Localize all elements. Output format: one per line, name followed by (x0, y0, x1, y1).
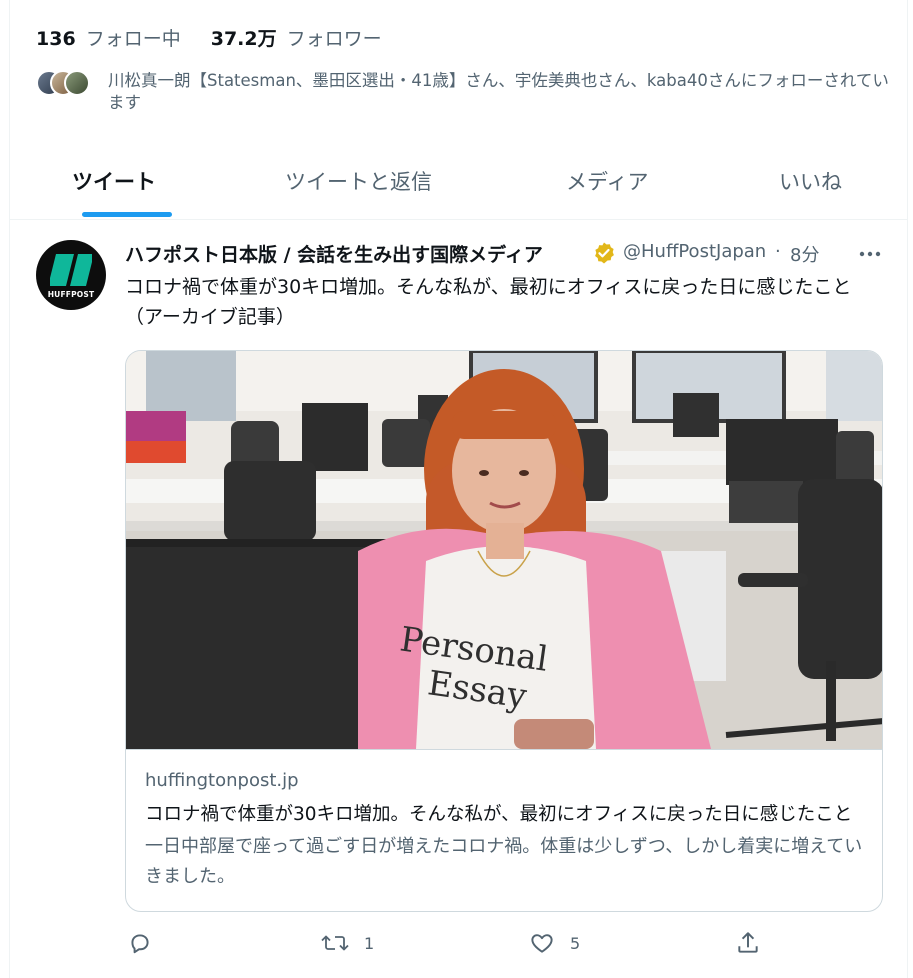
profile-tabs: ツイート ツイートと返信 メディア いいね (10, 150, 907, 220)
following-link[interactable]: 136 フォロー中 (36, 24, 181, 51)
tweet-timestamp[interactable]: 8分 (790, 241, 819, 267)
followers-label: フォロワー (286, 28, 382, 50)
like-button[interactable]: 5 (528, 930, 580, 956)
following-count: 136 (36, 28, 76, 50)
follow-stats: 136 フォロー中 37.2万 フォロワー (36, 24, 382, 51)
card-image[interactable]: Personal Essay (126, 351, 882, 749)
avatar (64, 70, 90, 96)
separator-dot: · (775, 241, 781, 262)
like-icon (531, 934, 553, 953)
verified-badge-icon[interactable] (592, 241, 616, 265)
tweet-author-handle[interactable]: @HuffPostJapan (623, 241, 769, 262)
retweet-button[interactable]: 1 (320, 930, 374, 956)
followed-by-text[interactable]: 川松真一朗【Statesman、墨田区選出・41歳】さん、宇佐美典也さん、kab… (108, 70, 898, 114)
tweet-text: コロナ禍で体重が30キロ増加。そんな私が、最初にオフィスに戻った日に感じたこと（… (125, 276, 852, 328)
reply-icon (131, 934, 149, 954)
reply-button[interactable] (127, 930, 167, 956)
huffpost-logo-icon (50, 254, 92, 286)
tab-likes[interactable]: いいね (779, 166, 842, 196)
retweet-icon (321, 935, 349, 951)
followers-count: 37.2万 (210, 28, 277, 50)
office-photo: Personal Essay (126, 351, 882, 749)
huffpost-logo-text: HUFFPOST (47, 290, 95, 299)
followers-link[interactable]: 37.2万 フォロワー (211, 24, 382, 51)
card-domain: huffingtonpost.jp (145, 770, 299, 791)
share-icon (738, 932, 758, 953)
tab-media[interactable]: メディア (566, 166, 649, 196)
more-icon[interactable] (858, 247, 882, 261)
active-tab-indicator (82, 212, 172, 217)
tweet-author-avatar[interactable]: HUFFPOST (36, 240, 106, 310)
card-meta[interactable]: huffingtonpost.jp コロナ禍で体重が30キロ増加。そんな私が、最… (126, 749, 882, 911)
tweet-actions: 1 5 (125, 930, 885, 964)
following-label: フォロー中 (85, 28, 181, 50)
card-title: コロナ禍で体重が30キロ増加。そんな私が、最初にオフィスに戻った日に感じたこと (145, 804, 853, 825)
tweet-header: ハフポスト日本版 / 会話を生み出す国際メディア @HuffPostJapan … (125, 240, 885, 270)
like-count: 5 (570, 933, 581, 953)
card-description: 一日中部屋で座って過ごす日が増えたコロナ禍。体重は少しずつ、しかし着実に増えてい… (145, 836, 863, 887)
link-card[interactable]: Personal Essay huffingtonpost.jp コロナ禍で体重… (125, 350, 883, 912)
followed-by-avatars[interactable] (36, 70, 106, 98)
share-button[interactable] (735, 930, 761, 956)
tab-tweets[interactable]: ツイート (72, 166, 156, 196)
tweet-author-name[interactable]: ハフポスト日本版 / 会話を生み出す国際メディア (125, 240, 585, 267)
tab-tweets-and-replies[interactable]: ツイートと返信 (285, 166, 432, 196)
retweet-count: 1 (364, 933, 375, 953)
